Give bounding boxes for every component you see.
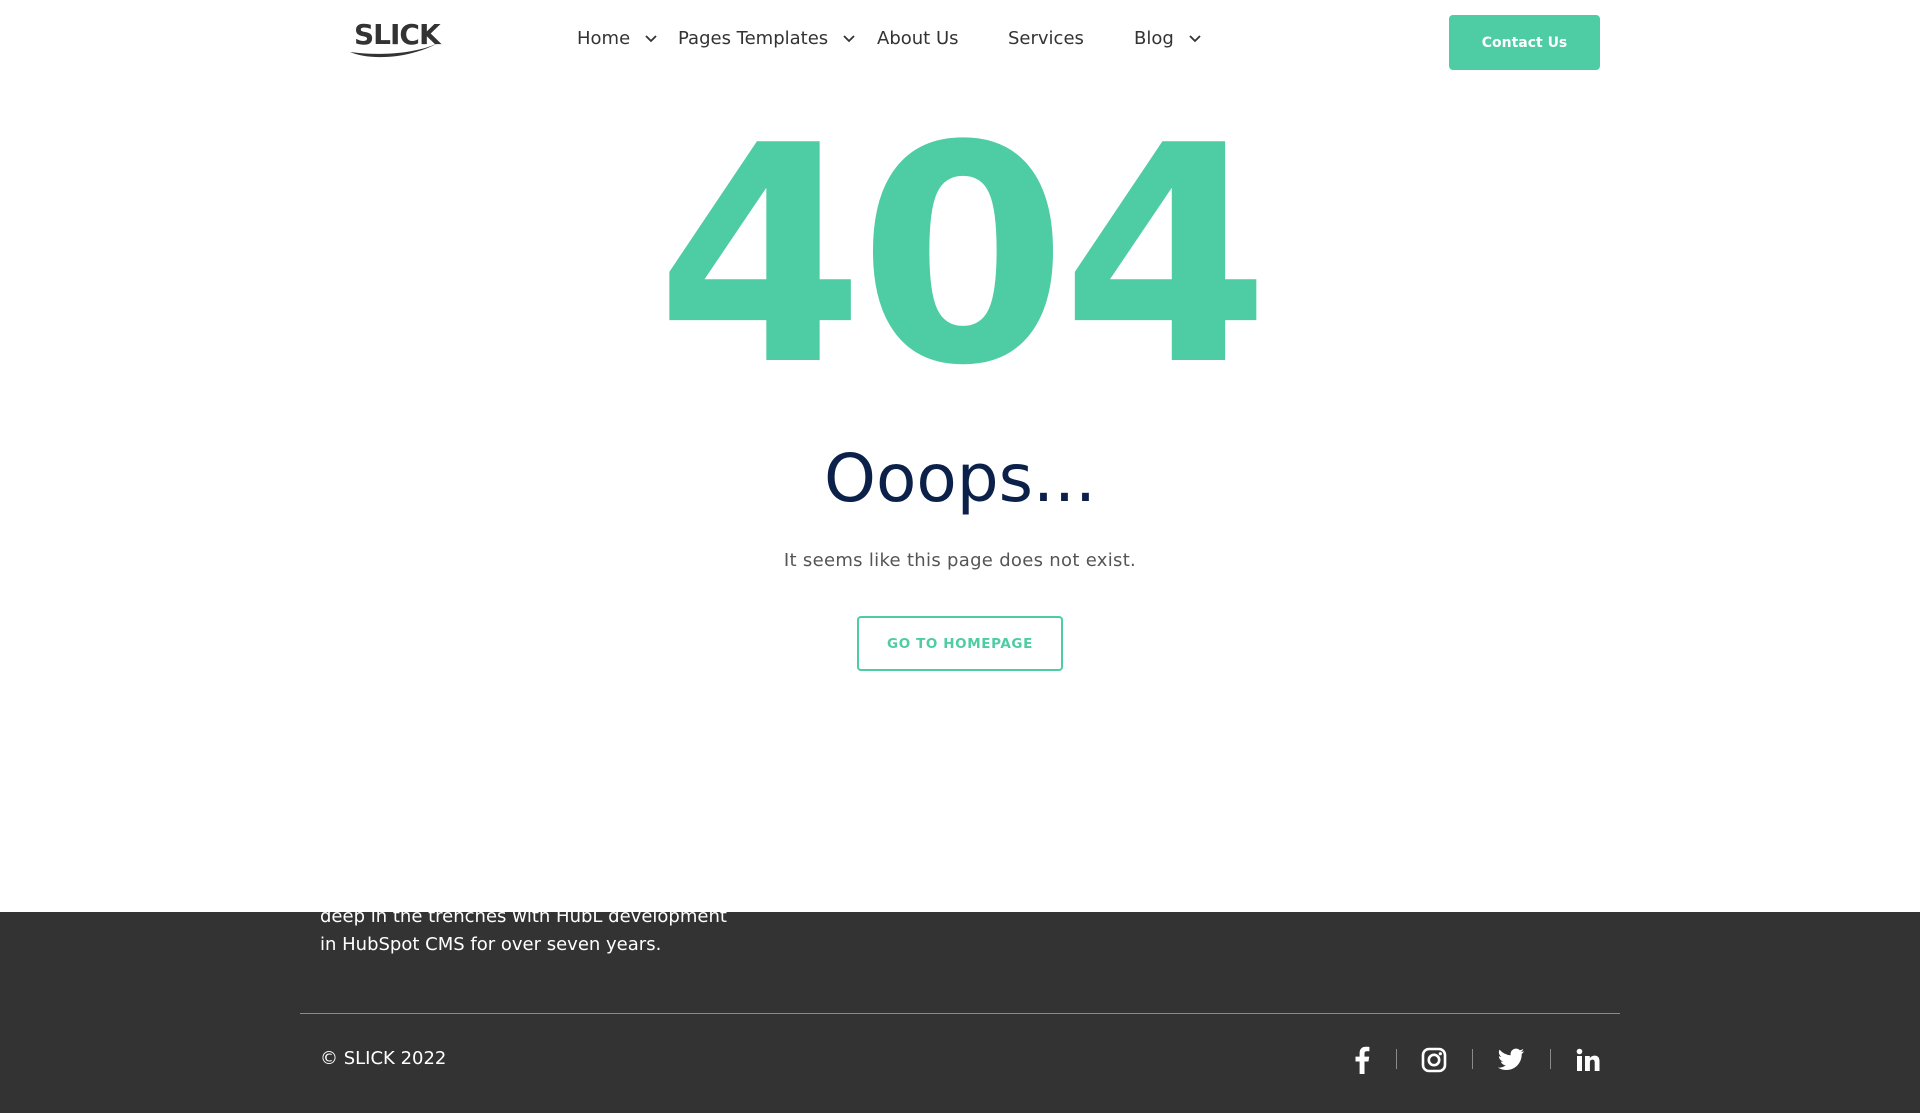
- facebook-icon[interactable]: [1348, 1045, 1376, 1075]
- nav-item-blog[interactable]: Blog: [1134, 28, 1202, 49]
- nav-item-label: Blog: [1134, 28, 1174, 49]
- site-footer: deep in the trenches with HubL developme…: [0, 912, 1920, 1113]
- social-separator: [1550, 1049, 1551, 1069]
- contact-us-button[interactable]: Contact Us: [1449, 15, 1600, 70]
- nav-item-about-us[interactable]: About Us: [877, 28, 959, 49]
- error-message: It seems like this page does not exist.: [783, 550, 1137, 571]
- chevron-down-icon: [645, 34, 657, 42]
- nav-item-pages-templates[interactable]: Pages Templates: [678, 28, 856, 49]
- copyright: © SLICK 2022: [320, 1048, 447, 1069]
- nav-item-label: About Us: [877, 28, 959, 49]
- go-to-homepage-button[interactable]: GO TO HOMEPAGE: [857, 616, 1063, 671]
- footer-text-line: deep in the trenches with HubL developme…: [320, 912, 727, 927]
- nav-item-label: Pages Templates: [678, 28, 829, 49]
- footer-about-text: deep in the trenches with HubL developme…: [320, 912, 740, 959]
- instagram-icon[interactable]: [1420, 1045, 1448, 1075]
- logo[interactable]: SLICK: [348, 16, 444, 60]
- nav-item-label: Services: [1008, 28, 1084, 49]
- site-header: SLICK Home Pages Templates About Us Serv…: [0, 0, 1920, 86]
- social-separator: [1396, 1049, 1397, 1069]
- page-title: Ooops...: [824, 440, 1096, 517]
- social-separator: [1472, 1049, 1473, 1069]
- chevron-down-icon: [843, 34, 855, 42]
- nav-item-home[interactable]: Home: [577, 28, 658, 49]
- footer-text-line: in HubSpot CMS for over seven years.: [320, 934, 662, 955]
- chevron-down-icon: [1189, 34, 1201, 42]
- twitter-icon[interactable]: [1497, 1045, 1525, 1075]
- footer-divider: [300, 1013, 1620, 1014]
- logo-swoosh-icon: [350, 42, 440, 58]
- nav-item-label: Home: [577, 28, 631, 49]
- linkedin-icon[interactable]: [1574, 1045, 1602, 1075]
- nav-item-services[interactable]: Services: [1008, 28, 1084, 49]
- error-code: 404: [655, 82, 1270, 431]
